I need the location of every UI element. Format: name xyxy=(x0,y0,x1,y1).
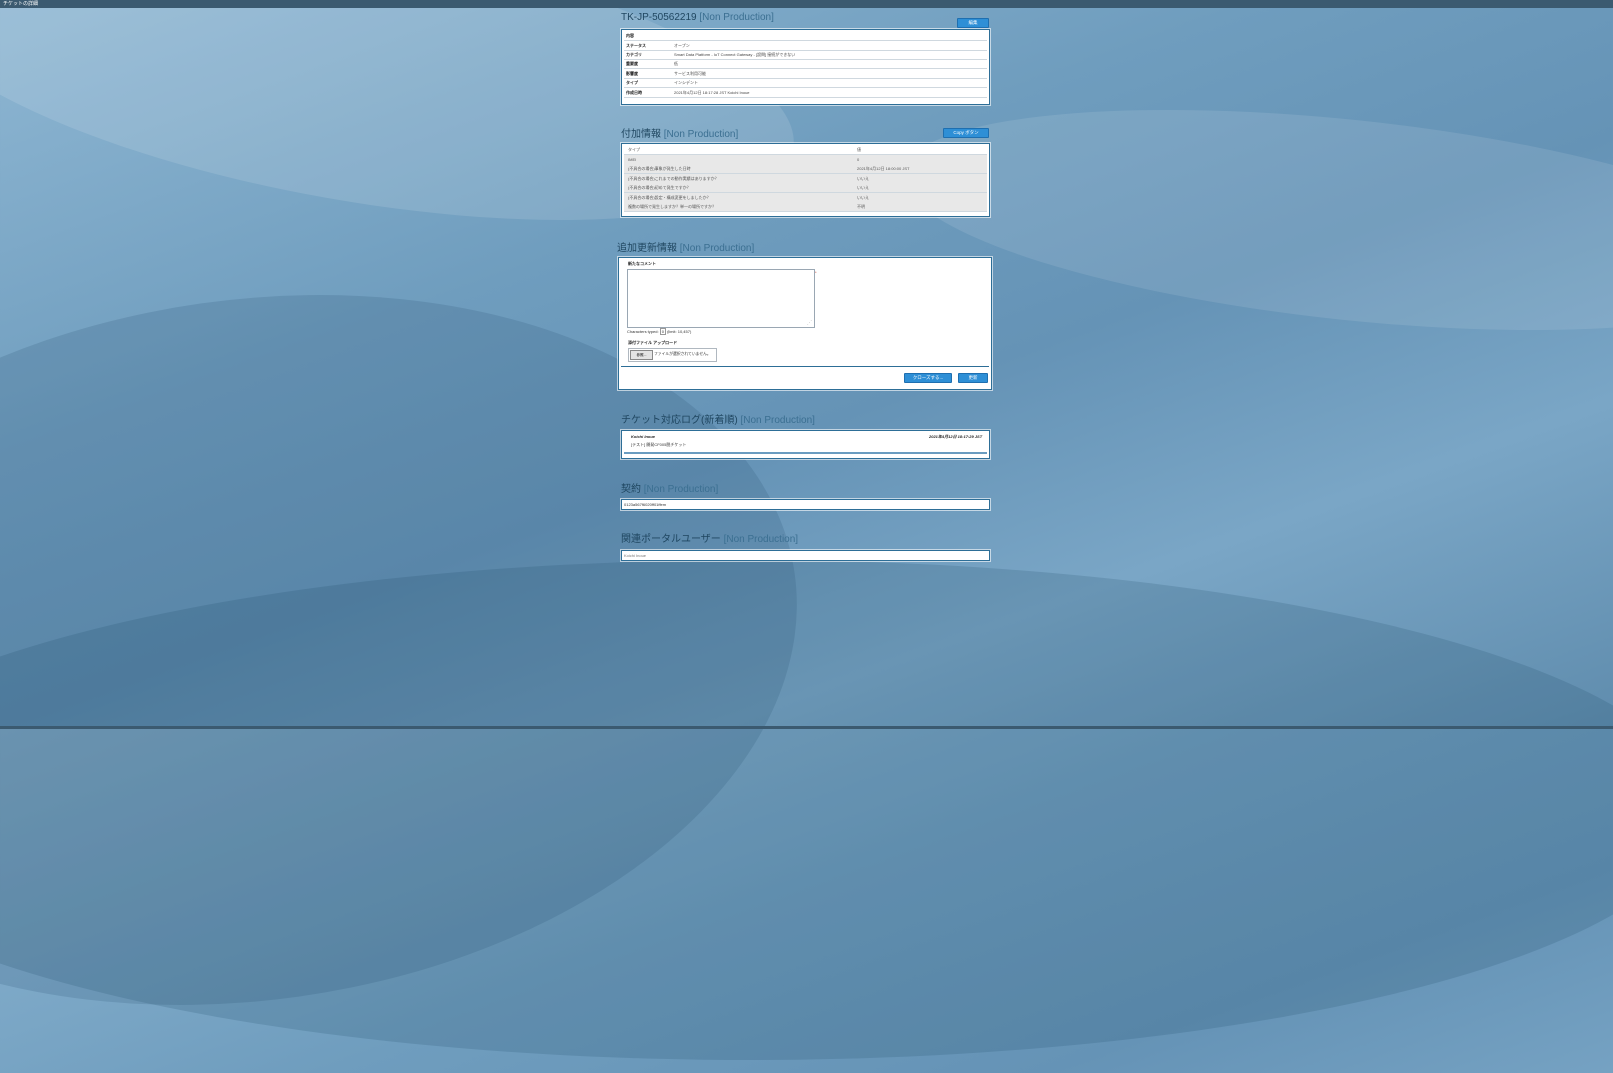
window-title: チケットの詳細 xyxy=(3,1,39,7)
additional-value: 不明 xyxy=(857,204,865,209)
portal-user-panel: Koichi Inoue xyxy=(621,550,990,561)
portal-user-env-tag: [Non Production] xyxy=(723,534,799,545)
field-value: オープン xyxy=(674,43,690,48)
additional-value: 0 xyxy=(857,157,860,162)
edit-button[interactable]: 編集 xyxy=(957,18,989,28)
field-value: 2021年4月12日 18:17:28 JST Koichi Inoue xyxy=(674,90,750,95)
additional-row: (不具合の場合)事象が発生した日時 2021年4月12日 18:00:00 JS… xyxy=(624,164,987,174)
ticket-field-row: 重要度 低 xyxy=(624,59,987,69)
comment-textarea[interactable]: ⋰ xyxy=(627,269,815,328)
close-ticket-button[interactable]: クローズする... xyxy=(904,373,952,383)
log-env-tag: [Non Production] xyxy=(740,415,815,426)
col-value-header: 値 xyxy=(857,147,861,152)
additional-panel: タイプ 値 IMEI 0 (不具合の場合)事象が発生した日時 2021年4月12… xyxy=(621,143,990,217)
col-type-header: タイプ xyxy=(628,147,640,152)
ticket-details-panel: 内容 ステータス オープン カテゴリ Smart Data Platform -… xyxy=(621,29,990,105)
field-value: サービス利用可能 xyxy=(674,71,706,76)
log-author: Koichi Inoue xyxy=(631,434,655,439)
update-button[interactable]: 更新 xyxy=(958,373,988,383)
additional-value: いいえ xyxy=(857,176,869,181)
comment-label: 新たなコメント xyxy=(628,261,656,266)
resize-handle-icon[interactable]: ⋰ xyxy=(807,320,812,326)
ticket-field-row: 作成日時 2021年4月12日 18:17:28 JST Koichi Inou… xyxy=(624,88,987,98)
contract-link[interactable]: 0123a567f6020ff01ffem xyxy=(624,502,666,507)
ticket-title: TK-JP-50562219 [Non Production] xyxy=(621,12,774,23)
additional-row: 複数の場所で発生しますか？単一の場所ですか？ 不明 xyxy=(624,202,987,212)
field-value: インシデント xyxy=(674,80,698,85)
additional-type: IMEI xyxy=(628,157,637,162)
additional-header-row: タイプ 値 xyxy=(624,145,987,155)
additional-type: (不具合の場合)これまでの動作実績はありますか？ xyxy=(628,176,719,181)
additional-type: (不具合の場合)事象が発生した日時 xyxy=(628,166,691,171)
additional-row: (不具合の場合)初めて発生ですか？ いいえ xyxy=(624,183,987,193)
field-label: 重要度 xyxy=(626,61,638,66)
additional-value: 2021年4月12日 18:00:00 JST xyxy=(857,166,910,171)
file-input[interactable]: 参照... ファイルが選択されていません。 xyxy=(628,348,717,362)
field-value: Smart Data Platform - IoT Connect Gatewa… xyxy=(674,52,796,57)
contract-title-text: 契約 xyxy=(621,484,641,495)
required-mark: * xyxy=(815,270,817,275)
portal-user-link[interactable]: Koichi Inoue xyxy=(624,553,646,558)
chars-limit: (limit: 10,457) xyxy=(667,329,692,334)
additional-type: (不具合の場合)初めて発生ですか？ xyxy=(628,185,691,190)
field-label: 影響度 xyxy=(626,71,638,76)
additional-value: いいえ xyxy=(857,195,869,200)
additional-title-text: 付加情報 xyxy=(621,129,661,140)
ticket-env-tag: [Non Production] xyxy=(699,12,774,23)
field-label: ステータス xyxy=(626,43,646,48)
ticket-header-row: 内容 xyxy=(624,31,987,41)
portal-user-title: 関連ポータルユーザー [Non Production] xyxy=(621,530,798,545)
log-time: 2021年4月12日 18:17:29 JST xyxy=(929,434,983,439)
ticket-id: TK-JP-50562219 xyxy=(621,12,697,23)
field-label: カテゴリ xyxy=(626,52,642,57)
log-panel: Koichi Inoue 2021年4月12日 18:17:29 JST [テス… xyxy=(621,430,990,459)
portal-user-title-text: 関連ポータルユーザー xyxy=(621,534,721,545)
additional-title: 付加情報 [Non Production] xyxy=(621,125,738,140)
window-titlebar: チケットの詳細 xyxy=(0,0,1613,8)
log-divider xyxy=(624,452,987,454)
contract-panel: 0123a567f6020ff01ffem xyxy=(621,499,990,510)
ticket-field-row: タイプ インシデント xyxy=(624,78,987,88)
update-title-text: 追加更新情報 xyxy=(617,243,677,254)
additional-value: いいえ xyxy=(857,185,869,190)
file-status: ファイルが選択されていません。 xyxy=(654,352,711,356)
browse-button[interactable]: 参照... xyxy=(630,350,653,360)
additional-type: (不具合の場合)設定・構成変更をしましたか？ xyxy=(628,195,711,200)
field-value: 低 xyxy=(674,61,678,66)
chars-typed-count: 0 xyxy=(659,328,666,335)
update-title: 追加更新情報 [Non Production] xyxy=(617,239,754,254)
log-title: チケット対応ログ(新着順) [Non Production] xyxy=(621,411,815,426)
log-title-text: チケット対応ログ(新着順) xyxy=(621,415,738,426)
field-label: タイプ xyxy=(626,80,638,85)
log-body: [テスト] 開発CF005脱チケット xyxy=(631,442,687,447)
update-env-tag: [Non Production] xyxy=(679,243,755,254)
contract-title: 契約 [Non Production] xyxy=(621,480,718,495)
attach-label: 添付ファイル アップロード xyxy=(628,340,678,345)
field-label: 作成日時 xyxy=(626,90,642,95)
divider xyxy=(621,366,989,367)
additional-env-tag: [Non Production] xyxy=(663,129,739,140)
chars-typed-row: Characters typed: 0 (limit: 10,457) xyxy=(627,328,692,335)
additional-type: 複数の場所で発生しますか？単一の場所ですか？ xyxy=(628,204,716,209)
contract-env-tag: [Non Production] xyxy=(643,484,719,495)
ticket-header-label: 内容 xyxy=(626,33,634,38)
chars-typed-label: Characters typed: xyxy=(627,329,659,334)
copy-button[interactable]: Copy ボタン xyxy=(943,128,989,138)
update-panel: 新たなコメント ⋰ * Characters typed: 0 (limit: … xyxy=(618,257,992,390)
